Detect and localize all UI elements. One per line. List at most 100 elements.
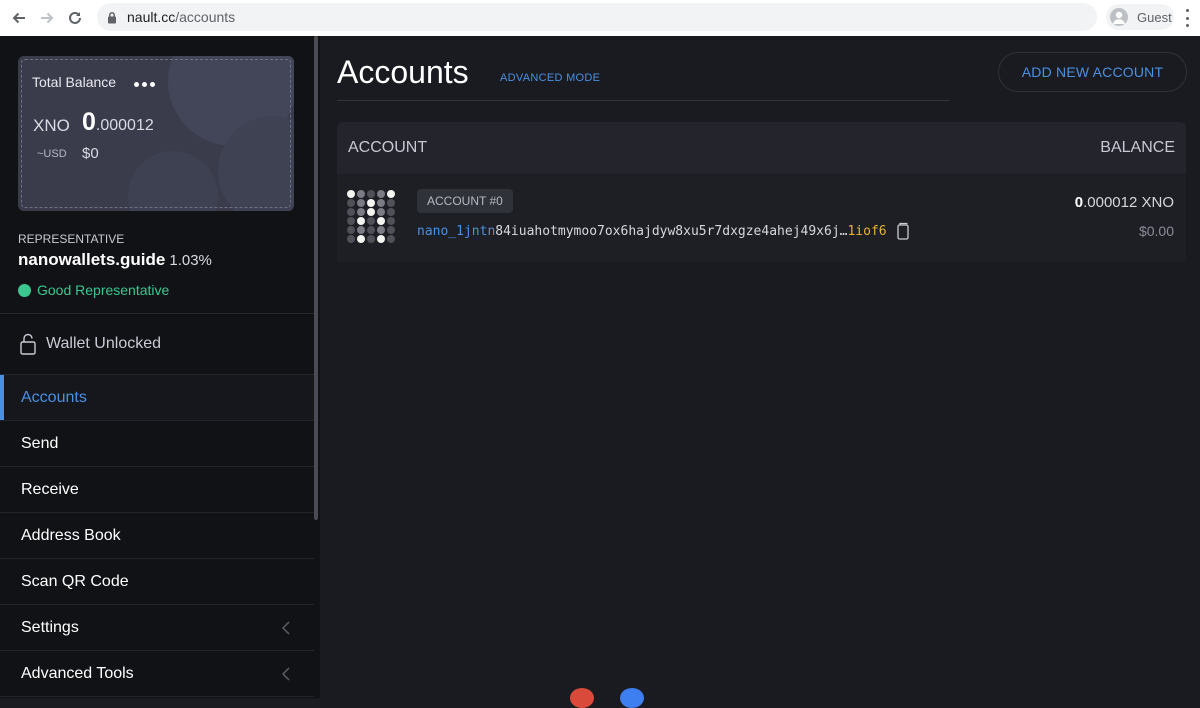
status-dot-icon xyxy=(18,284,31,297)
identicon-cell xyxy=(367,190,375,198)
back-button[interactable] xyxy=(8,7,30,29)
identicon-cell xyxy=(347,217,355,225)
identicon-cell xyxy=(357,217,365,225)
page-title: Accounts xyxy=(337,54,469,91)
lock-icon xyxy=(107,11,117,24)
copy-icon[interactable] xyxy=(897,222,909,240)
address-middle: 84iuahotmymoo7ox6hajdyw8xu5r7dxgze4ahej4… xyxy=(495,224,847,239)
url-host: nault.cc xyxy=(127,9,175,25)
main-content: Accounts ADVANCED MODE ADD NEW ACCOUNT A… xyxy=(320,36,1200,698)
identicon-cell xyxy=(367,208,375,216)
identicon-cell xyxy=(387,235,395,243)
address-suffix: 1iof6 xyxy=(847,224,886,239)
profile-button[interactable]: Guest xyxy=(1106,4,1174,30)
address-bar[interactable]: nault.cc/accounts xyxy=(97,3,1097,31)
taskbar-app-icon[interactable] xyxy=(570,688,594,708)
identicon-cell xyxy=(377,217,385,225)
identicon-cell xyxy=(377,208,385,216)
chevron-left-icon xyxy=(282,667,290,681)
sidebar-item-label: Settings xyxy=(21,619,79,637)
identicon-cell xyxy=(367,217,375,225)
representative-weight: 1.03% xyxy=(169,252,212,269)
sidebar-item-label: Address Book xyxy=(21,527,121,545)
url-path: /accounts xyxy=(175,9,235,25)
identicon-cell xyxy=(387,199,395,207)
guest-avatar-icon xyxy=(1110,8,1128,26)
identicon-cell xyxy=(387,226,395,234)
forward-icon xyxy=(39,10,55,26)
sidebar-item-settings[interactable]: Settings xyxy=(0,605,314,651)
accounts-table: ACCOUNT BALANCE ACCOUNT #0 nano_1jntn84i… xyxy=(337,122,1186,262)
sidebar: Total Balance XNO 0.000012 ~USD $0 REPRE… xyxy=(0,36,320,698)
balance-amount-dec: .000012 xyxy=(96,117,154,134)
column-header-account: ACCOUNT xyxy=(348,139,427,157)
reload-icon xyxy=(67,10,83,26)
more-options-icon[interactable] xyxy=(134,82,155,87)
title-divider xyxy=(337,100,949,101)
url-text: nault.cc/accounts xyxy=(127,9,235,25)
account-balance: 0.000012 XNO xyxy=(1075,194,1174,211)
total-balance-label: Total Balance xyxy=(32,74,116,90)
table-header: ACCOUNT BALANCE xyxy=(337,122,1186,174)
sidebar-item-send[interactable]: Send xyxy=(0,421,314,467)
identicon-cell xyxy=(367,235,375,243)
sidebar-item-label: Receive xyxy=(21,481,79,499)
identicon-cell xyxy=(377,199,385,207)
usd-value: $0 xyxy=(82,145,99,162)
forward-button[interactable] xyxy=(36,7,58,29)
taskbar-app-icon[interactable] xyxy=(620,688,644,708)
representative-name-text: nanowallets.guide xyxy=(18,250,165,269)
unlocked-padlock-icon xyxy=(20,333,36,355)
sidebar-scrollbar[interactable] xyxy=(314,36,318,520)
sidebar-item-label: Advanced Tools xyxy=(21,665,134,683)
identicon-cell xyxy=(377,190,385,198)
identicon-cell xyxy=(357,226,365,234)
identicon-cell xyxy=(357,235,365,243)
sidebar-item-receive[interactable]: Receive xyxy=(0,467,314,513)
sidebar-item-label: Accounts xyxy=(21,389,87,407)
identicon-cell xyxy=(387,190,395,198)
representative-name[interactable]: nanowallets.guide1.03% xyxy=(18,250,212,270)
back-icon xyxy=(11,10,27,26)
representative-status: Good Representative xyxy=(18,282,169,298)
identicon-cell xyxy=(377,226,385,234)
representative-title: REPRESENTATIVE xyxy=(18,232,124,246)
usd-label: ~USD xyxy=(37,148,67,160)
currency-label: XNO xyxy=(33,116,70,136)
browser-toolbar: nault.cc/accounts Guest xyxy=(0,0,1200,36)
account-identicon xyxy=(347,188,395,244)
account-address[interactable]: nano_1jntn84iuahotmymoo7ox6hajdyw8xu5r7d… xyxy=(417,222,909,240)
reload-button[interactable] xyxy=(64,7,86,29)
wallet-status-label: Wallet Unlocked xyxy=(46,335,161,353)
identicon-cell xyxy=(347,208,355,216)
column-header-balance: BALANCE xyxy=(1100,139,1175,157)
identicon-cell xyxy=(387,208,395,216)
identicon-cell xyxy=(367,226,375,234)
identicon-cell xyxy=(357,190,365,198)
add-new-account-button[interactable]: ADD NEW ACCOUNT xyxy=(998,52,1187,92)
table-row[interactable]: ACCOUNT #0 nano_1jntn84iuahotmymoo7ox6ha… xyxy=(337,174,1186,262)
advanced-mode-toggle[interactable]: ADVANCED MODE xyxy=(500,72,600,84)
account-balance-int: 0 xyxy=(1075,194,1083,211)
address-prefix: nano_1jntn xyxy=(417,224,495,239)
wallet-lock-toggle[interactable]: Wallet Unlocked xyxy=(0,313,314,375)
balance-amount: 0.000012 xyxy=(82,108,154,137)
identicon-cell xyxy=(357,208,365,216)
balance-card: Total Balance XNO 0.000012 ~USD $0 xyxy=(18,56,294,211)
balance-amount-int: 0 xyxy=(82,108,96,136)
identicon-cell xyxy=(347,235,355,243)
profile-label: Guest xyxy=(1137,10,1172,25)
sidebar-item-advanced-tools[interactable]: Advanced Tools xyxy=(0,651,314,697)
sidebar-item-accounts[interactable]: Accounts xyxy=(0,375,314,421)
identicon-cell xyxy=(347,190,355,198)
kebab-menu-icon[interactable] xyxy=(1180,9,1194,27)
sidebar-item-scan-qr[interactable]: Scan QR Code xyxy=(0,559,314,605)
identicon-cell xyxy=(357,199,365,207)
chevron-left-icon xyxy=(282,621,290,635)
identicon-cell xyxy=(387,217,395,225)
identicon-cell xyxy=(347,199,355,207)
sidebar-item-label: Send xyxy=(21,435,58,453)
identicon-cell xyxy=(347,226,355,234)
account-balance-dec: .000012 XNO xyxy=(1083,194,1174,211)
sidebar-item-address-book[interactable]: Address Book xyxy=(0,513,314,559)
